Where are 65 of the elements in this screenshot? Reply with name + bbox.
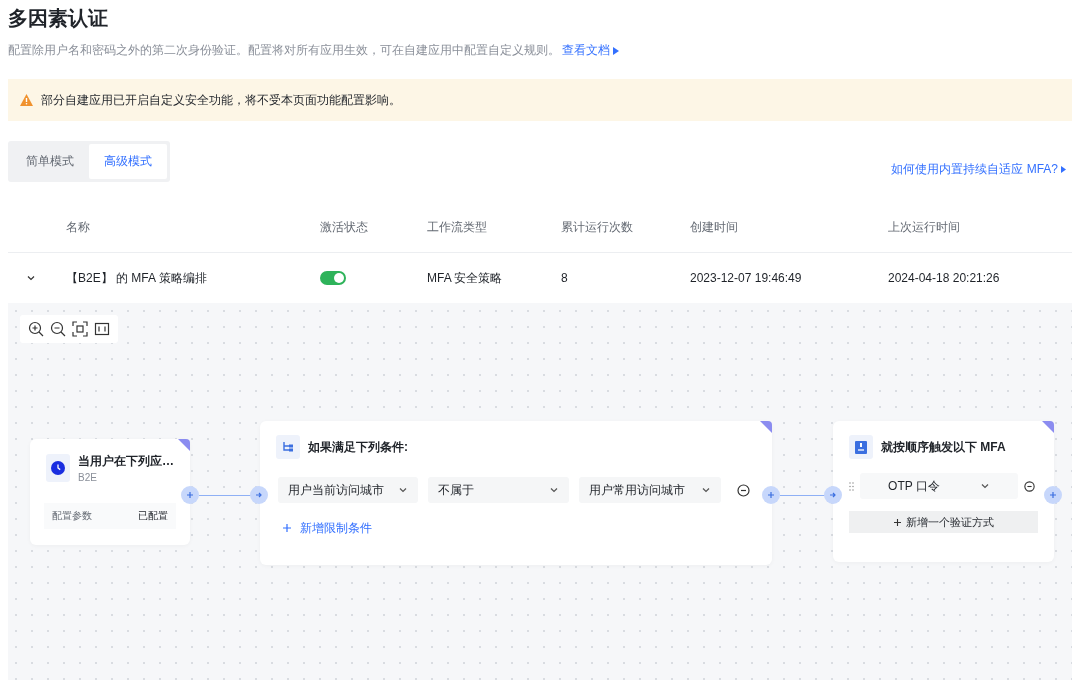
trigger-node[interactable]: 当用户在下列应… B2E 配置参数 已配置 [30,439,190,545]
plus-icon [282,523,292,533]
fit-view-icon[interactable] [72,321,88,337]
field-select[interactable]: 用户当前访问城市 [278,477,418,503]
add-method-button[interactable]: 新增一个验证方式 [849,511,1038,533]
tree-icon [282,441,294,453]
expand-chevron-icon[interactable] [26,273,36,283]
mfa-method-select[interactable]: OTP 口令 [860,473,1018,499]
param-label: 配置参数 [52,509,92,523]
arrow-right-icon [254,490,264,500]
table-cell-text: 2023-12-07 19:46:49 [690,271,803,285]
plus-icon [893,517,902,527]
add-node-button[interactable] [762,486,780,504]
chevron-down-icon [701,485,711,495]
table-cell-text: 2024-04-18 20:21:26 [888,271,1001,285]
corner-tag-icon [178,439,190,451]
active-toggle[interactable] [320,271,346,285]
mode-tab[interactable]: 简单模式 [11,144,89,179]
column-header: 名称 [66,218,91,236]
operator-select[interactable]: 不属于 [428,477,569,503]
warning-text: 部分自建应用已开启自定义安全功能，将不受本页面功能配置影响。 [41,91,401,109]
caret-right-icon [613,46,619,55]
document-icon [855,440,867,454]
node-title: 就按顺序触发以下 MFA [881,438,1006,456]
action-node[interactable]: 就按顺序触发以下 MFA OTP 口令 新增一个验证方式 [833,421,1054,562]
plus-icon [766,490,776,500]
column-header: 上次运行时间 [888,218,961,236]
page-description: 配置除用户名和密码之外的第二次身份验证。配置将对所有应用生效，可在自建应用中配置自定义规则。 [8,42,560,59]
add-condition-button[interactable]: 新增限制条件 [282,519,372,537]
clock-icon [51,461,65,475]
table-cell-text: 8 [561,271,569,285]
column-header: 激活状态 [320,218,369,236]
plus-icon [185,490,195,500]
drag-handle-icon[interactable] [849,481,854,491]
zoom-out-icon[interactable] [50,321,66,337]
add-node-button[interactable] [1044,486,1062,504]
help-link[interactable]: 如何使用内置持续自适应 MFA? [891,161,1066,178]
warning-icon [20,94,33,106]
page-title: 多因素认证 [8,6,109,30]
column-header: 工作流类型 [427,218,488,236]
node-title: 如果满足下列条件: [308,438,408,456]
param-value: 已配置 [138,509,168,523]
arrow-right-icon [828,490,838,500]
corner-tag-icon [760,421,772,433]
table-cell-text: 【B2E】 的 MFA 策略编排 [66,269,208,287]
zoom-in-icon[interactable] [28,321,44,337]
caret-right-icon [1061,166,1066,173]
value-select[interactable]: 用户常用访问城市 [579,477,721,503]
actual-size-icon[interactable] [94,321,110,337]
mode-tab[interactable]: 高级模式 [89,144,167,179]
plus-icon [1048,490,1058,500]
chevron-down-icon [398,485,408,495]
docs-link[interactable]: 查看文档 [562,42,619,59]
remove-icon[interactable] [1024,480,1035,492]
chevron-down-icon [979,481,990,491]
condition-node[interactable]: 如果满足下列条件: 用户当前访问城市 不属于 用户常用访问城市 新增限制条件 [260,421,772,565]
column-header: 创建时间 [690,218,739,236]
node-subtitle: B2E [78,472,98,483]
corner-tag-icon [1042,421,1054,433]
add-node-button[interactable] [181,486,199,504]
remove-icon[interactable] [737,483,750,497]
chevron-down-icon [549,485,559,495]
column-header: 累计运行次数 [561,218,634,236]
node-title: 当用户在下列应… [78,453,174,470]
table-cell-text: MFA 安全策略 [427,269,504,287]
